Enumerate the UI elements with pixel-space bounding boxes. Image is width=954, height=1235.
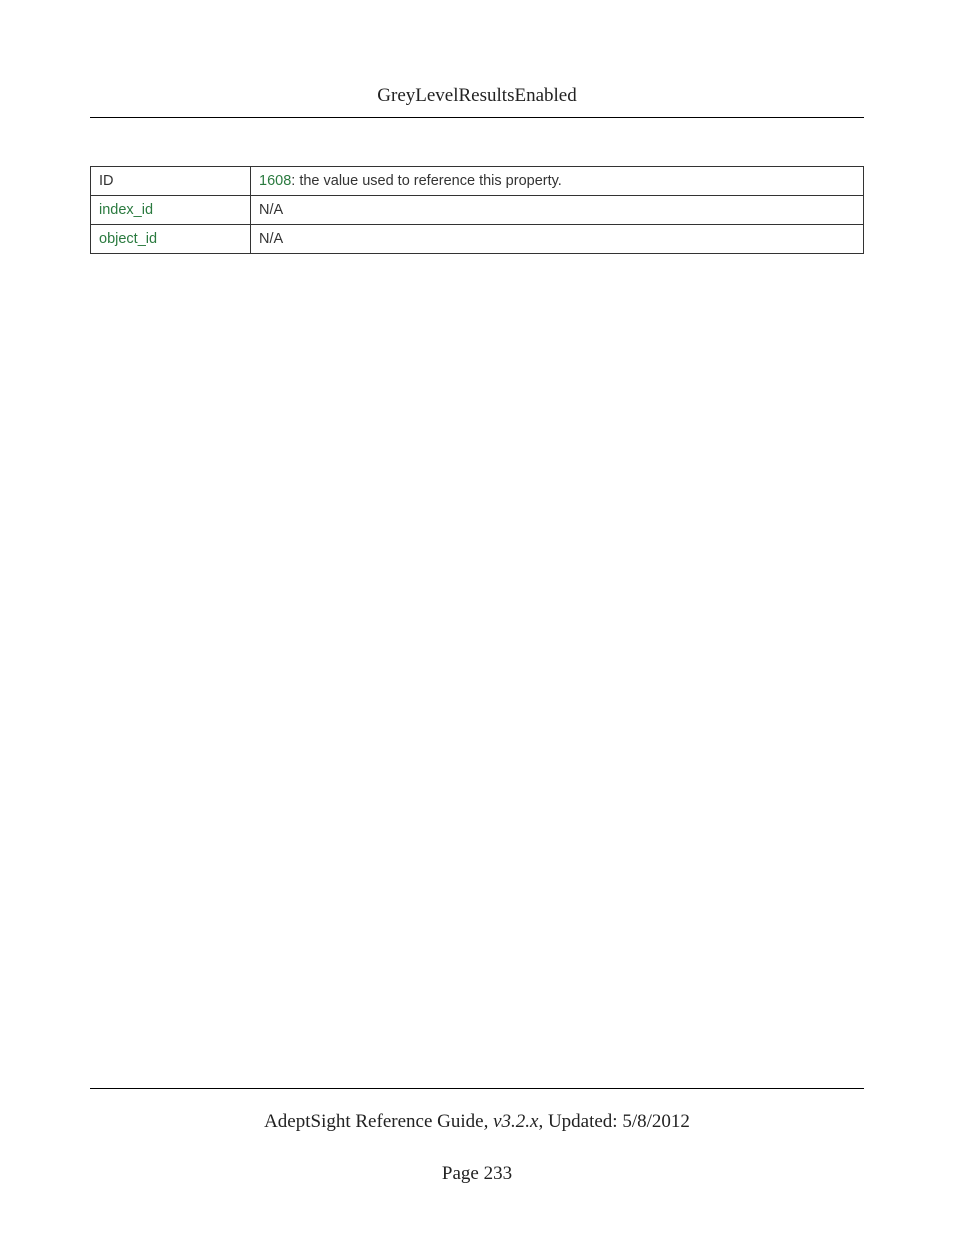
footer-updated-date: 5/8/2012 <box>622 1111 690 1132</box>
page-footer: AdeptSight Reference Guide, v3.2.x, Upda… <box>90 1088 864 1185</box>
property-value-text: : the value used to reference this prope… <box>291 173 562 189</box>
footer-divider <box>90 1088 864 1089</box>
property-table: ID 1608: the value used to reference thi… <box>90 166 864 254</box>
table-row: index_id N/A <box>91 196 864 225</box>
page-title: GreyLevelResultsEnabled <box>377 85 576 106</box>
page-number: Page 233 <box>90 1163 864 1185</box>
page-header: GreyLevelResultsEnabled <box>90 85 864 118</box>
property-value-code: 1608 <box>259 173 291 189</box>
property-key: index_id <box>91 196 251 225</box>
footer-guide-name: AdeptSight Reference Guide <box>264 1111 483 1132</box>
footer-version-sep: , <box>484 1111 494 1132</box>
property-value: N/A <box>251 196 864 225</box>
footer-updated-sep: , Updated: <box>538 1111 622 1132</box>
property-key: ID <box>91 167 251 196</box>
table-row: object_id N/A <box>91 225 864 254</box>
property-key: object_id <box>91 225 251 254</box>
footer-version: v3.2.x <box>493 1111 538 1132</box>
table-row: ID 1608: the value used to reference thi… <box>91 167 864 196</box>
document-page: GreyLevelResultsEnabled ID 1608: the val… <box>0 0 954 1235</box>
property-value: 1608: the value used to reference this p… <box>251 167 864 196</box>
footer-text: AdeptSight Reference Guide, v3.2.x, Upda… <box>90 1111 864 1133</box>
property-value: N/A <box>251 225 864 254</box>
